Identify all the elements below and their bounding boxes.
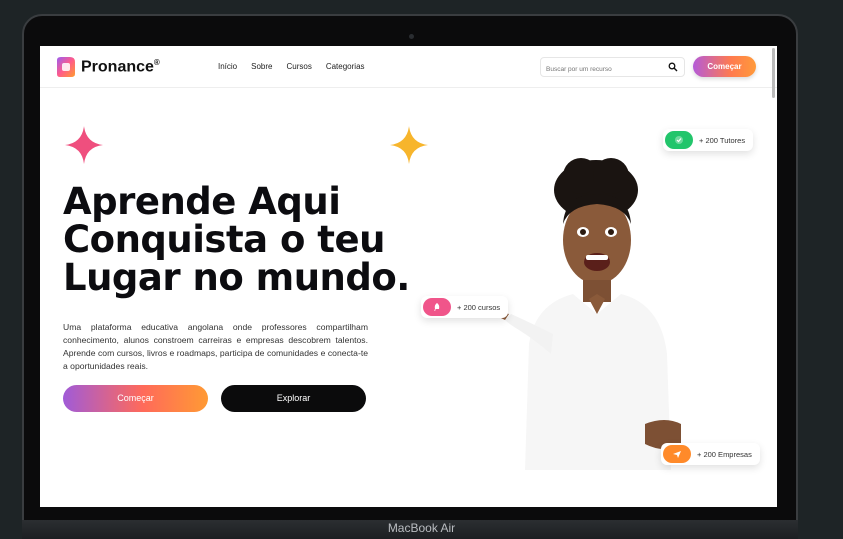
camera [409, 34, 414, 39]
pink-sparkle-icon [65, 126, 103, 164]
nav-link-cursos[interactable]: Cursos [286, 62, 311, 71]
search-box [540, 57, 685, 79]
badge-cursos: + 200 cursos [421, 296, 509, 318]
nav-link-sobre[interactable]: Sobre [251, 62, 272, 71]
start-button[interactable]: Começar [63, 385, 208, 412]
plane-icon [663, 445, 691, 463]
explore-button[interactable]: Explorar [221, 385, 366, 412]
hero-title-line-3: Lugar no mundo. [63, 256, 410, 299]
logo-icon [57, 57, 75, 77]
search-icon[interactable] [668, 62, 678, 72]
yellow-sparkle-icon [390, 126, 428, 164]
nav-link-inicio[interactable]: Início [218, 62, 237, 71]
badge-tutores: + 200 Tutores [663, 129, 754, 151]
badge-empresas-label: + 200 Empresas [697, 449, 752, 459]
nav-links: Início Sobre Cursos Categorias [218, 62, 365, 71]
hero-title-line-2: Conquista o teu [63, 218, 385, 261]
hero-description: Uma plataforma educativa angolana onde p… [63, 322, 368, 372]
search-input[interactable] [541, 60, 661, 79]
badge-cursos-label: + 200 cursos [457, 302, 501, 312]
hero-title-line-1: Aprende Aqui [63, 180, 341, 223]
badge-tutores-label: + 200 Tutores [699, 135, 746, 145]
hero-person-image [495, 158, 681, 470]
scrollbar[interactable] [772, 48, 775, 98]
nav-link-categorias[interactable]: Categorias [326, 62, 365, 71]
brand-mark: ® [153, 58, 160, 67]
check-icon [665, 131, 693, 149]
rocket-icon [423, 298, 451, 316]
nav-start-button[interactable]: Começar [693, 56, 756, 77]
device-label: MacBook Air [387, 521, 456, 535]
browser-screen: Pronance® Início Sobre Cursos Categorias… [40, 46, 777, 507]
navbar: Pronance® Início Sobre Cursos Categorias… [40, 46, 777, 88]
badge-empresas: + 200 Empresas [661, 443, 760, 465]
hero-title: Aprende Aqui Conquista o teu Lugar no mu… [63, 183, 423, 297]
brand-name[interactable]: Pronance® [81, 58, 160, 76]
